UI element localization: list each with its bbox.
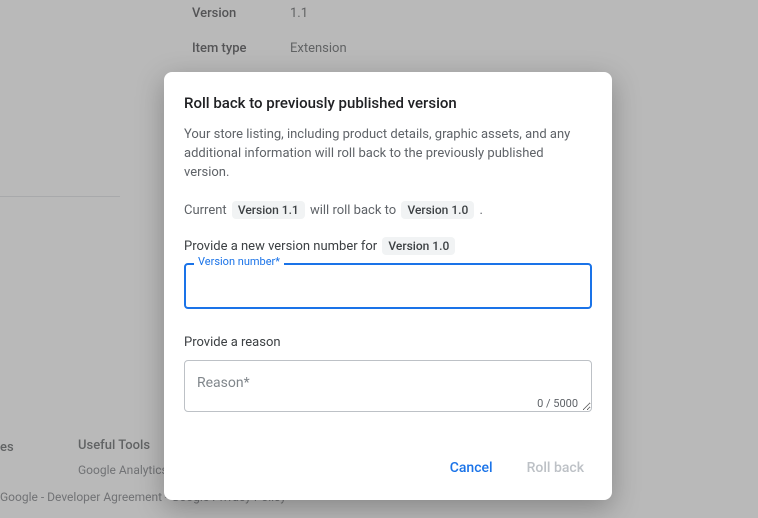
reason-input[interactable] [184, 360, 592, 412]
current-prefix: Current [184, 203, 227, 218]
reason-label: Provide a reason [184, 335, 592, 350]
provide-version-chip: Version 1.0 [382, 237, 455, 255]
reason-field: 0 / 5000 [184, 360, 592, 416]
current-suffix: . [480, 203, 483, 218]
dialog-description: Your store listing, including product de… [184, 126, 592, 183]
provide-version-prefix: Provide a new version number for [184, 239, 377, 254]
dialog-actions: Cancel Roll back [184, 452, 592, 484]
rollback-button[interactable]: Roll back [519, 452, 592, 484]
dialog-title: Roll back to previously published versio… [184, 94, 592, 112]
cancel-button[interactable]: Cancel [442, 452, 501, 484]
current-version-line: Current Version 1.1 will roll back to Ve… [184, 201, 592, 219]
provide-version-label: Provide a new version number for Version… [184, 237, 592, 255]
char-count: 0 / 5000 [537, 397, 578, 410]
version-float-label: Version number* [194, 255, 284, 268]
current-mid: will roll back to [310, 203, 399, 218]
current-version-chip: Version 1.1 [232, 201, 305, 219]
version-field: Version number* [184, 263, 592, 309]
version-number-input[interactable] [184, 263, 592, 309]
rollback-dialog: Roll back to previously published versio… [164, 72, 612, 500]
target-version-chip: Version 1.0 [401, 201, 474, 219]
